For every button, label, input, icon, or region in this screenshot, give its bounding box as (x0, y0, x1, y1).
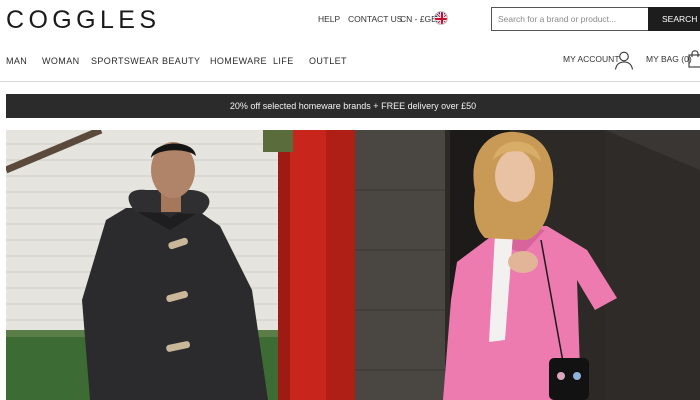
nav-divider (0, 81, 700, 82)
help-link[interactable]: HELP (318, 14, 340, 24)
brand-logo[interactable]: COGGLES (6, 6, 160, 35)
search-input[interactable] (491, 7, 648, 31)
user-icon[interactable] (614, 50, 634, 70)
promo-banner[interactable]: 20% off selected homeware brands + FREE … (6, 94, 700, 118)
nav-item-outlet[interactable]: OUTLET (309, 56, 347, 66)
shopping-bag-icon[interactable] (688, 50, 700, 68)
hero-image-men[interactable] (6, 130, 355, 400)
search-button[interactable]: SEARCH (648, 7, 700, 31)
hero-image-women[interactable] (355, 130, 700, 400)
uk-flag-icon[interactable] (434, 11, 448, 25)
nav-item-life[interactable]: LIFE (273, 56, 294, 66)
my-bag-link[interactable]: MY BAG (0) (646, 54, 692, 64)
nav-item-woman[interactable]: WOMAN (42, 56, 80, 66)
nav-item-homeware[interactable]: HOMEWARE (210, 56, 267, 66)
nav-item-beauty[interactable]: BEAUTY (162, 56, 200, 66)
nav-item-man[interactable]: MAN (6, 56, 27, 66)
nav-item-sportswear[interactable]: SPORTSWEAR (91, 56, 159, 66)
contact-us-link[interactable]: CONTACT US (348, 14, 402, 24)
my-account-link[interactable]: MY ACCOUNT (563, 54, 620, 64)
